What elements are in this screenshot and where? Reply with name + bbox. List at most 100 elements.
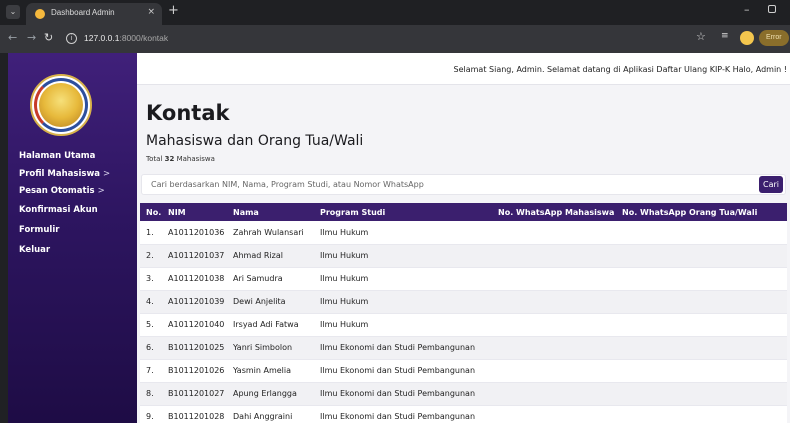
forward-arrow-icon[interactable]: → xyxy=(27,31,36,44)
table-row[interactable]: 3. A1011201038 Ari Samudra Ilmu Hukum xyxy=(140,267,787,291)
sidebar: Halaman Utama Profil Mahasiswa > Pesan Ot… xyxy=(8,53,137,423)
chevron-right-icon: > xyxy=(97,186,105,196)
table-row[interactable]: 9. B1011201028 Dahi Anggraini Ilmu Ekonomi … xyxy=(140,405,787,423)
window-minimize-icon[interactable]: – xyxy=(744,3,750,16)
cell-wa-mahasiswa xyxy=(492,221,616,245)
address-bar[interactable]: i 127.0.0.1:8000/kontak xyxy=(62,29,684,49)
cell-wa-mahasiswa xyxy=(492,382,616,406)
total-count-text: Total 32 Mahasiswa xyxy=(146,155,215,163)
sidebar-item-halaman-utama[interactable]: Halaman Utama xyxy=(19,151,98,161)
column-header-wa-mahasiswa: No. WhatsApp Mahasiswa xyxy=(498,207,615,217)
sidebar-item-label: Keluar xyxy=(19,245,51,255)
cell-no: 7. xyxy=(140,359,162,383)
table-row[interactable]: 8. B1011201027 Apung Erlangga Ilmu Ekonomi … xyxy=(140,382,787,406)
search-input[interactable] xyxy=(142,175,752,194)
cell-program-studi: Ilmu Hukum xyxy=(314,267,492,291)
url-path: :8000/kontak xyxy=(119,33,169,43)
table-row[interactable]: 4. A1011201039 Dewi Anjelita Ilmu Hukum xyxy=(140,290,787,314)
column-header-wa-orang-tua: No. WhatsApp Orang Tua/Wali xyxy=(622,207,758,217)
sidebar-item-profil-mahasiswa[interactable]: Profil Mahasiswa > xyxy=(19,169,110,179)
cell-wa-mahasiswa xyxy=(492,267,616,291)
sidebar-item-label: Pesan Otomatis xyxy=(19,186,95,196)
cell-nim: B1011201025 xyxy=(162,336,227,360)
bookmark-star-icon[interactable]: ☆ xyxy=(696,30,706,43)
extensions-icon[interactable]: ≡ xyxy=(721,31,729,41)
cell-nim: A1011201037 xyxy=(162,244,227,268)
sidebar-item-konfirmasi-akun[interactable]: Konfirmasi Akun xyxy=(19,205,101,215)
cell-no: 9. xyxy=(140,405,162,423)
search-button[interactable]: Cari xyxy=(759,176,783,193)
cell-nama: Dahi Anggraini xyxy=(227,405,314,423)
profile-avatar-icon[interactable] xyxy=(740,31,754,45)
cell-wa-orang-tua xyxy=(616,290,787,314)
cell-wa-orang-tua xyxy=(616,267,787,291)
cell-wa-mahasiswa xyxy=(492,313,616,337)
chevron-right-icon: > xyxy=(103,169,111,179)
cell-program-studi: Ilmu Hukum xyxy=(314,221,492,245)
error-badge[interactable]: Error xyxy=(759,30,789,46)
favicon-icon xyxy=(35,9,45,19)
cell-program-studi: Ilmu Hukum xyxy=(314,290,492,314)
cell-program-studi: Ilmu Hukum xyxy=(314,244,492,268)
cell-program-studi: Ilmu Ekonomi dan Studi Pembangunan xyxy=(314,405,492,423)
university-logo xyxy=(30,74,92,136)
table-row[interactable]: 6. B1011201025 Yanri Simbolon Ilmu Ekonomi … xyxy=(140,336,787,360)
cell-wa-mahasiswa xyxy=(492,405,616,423)
cell-nama: Ahmad Rizal xyxy=(227,244,314,268)
top-header: Selamat Siang, Admin. Selamat datang di … xyxy=(137,53,790,85)
cell-wa-mahasiswa xyxy=(492,359,616,383)
cell-nim: B1011201026 xyxy=(162,359,227,383)
browser-toolbar: ← → ↻ i 127.0.0.1:8000/kontak ☆ ≡ Error xyxy=(0,25,790,53)
sidebar-item-label: Halaman Utama xyxy=(19,151,96,161)
cell-nama: Ari Samudra xyxy=(227,267,314,291)
contacts-table: No. NIM Nama Program Studi No. WhatsApp … xyxy=(140,203,787,423)
column-header-no: No. xyxy=(146,207,162,217)
cell-no: 6. xyxy=(140,336,162,360)
sidebar-item-pesan-otomatis[interactable]: Pesan Otomatis > xyxy=(19,186,105,196)
browser-tab-strip: ⌄ Dashboard Admin × + – xyxy=(0,0,790,25)
total-prefix: Total xyxy=(146,155,163,163)
cell-wa-orang-tua xyxy=(616,244,787,268)
sidebar-item-label: Formulir xyxy=(19,225,60,235)
cell-wa-orang-tua xyxy=(616,405,787,423)
tab-search-icon[interactable]: ⌄ xyxy=(6,5,20,19)
logo-emblem xyxy=(39,83,83,127)
new-tab-icon[interactable]: + xyxy=(168,4,179,18)
cell-nama: Dewi Anjelita xyxy=(227,290,314,314)
cell-program-studi: Ilmu Hukum xyxy=(314,313,492,337)
cell-wa-orang-tua xyxy=(616,359,787,383)
column-header-nim: NIM xyxy=(168,207,186,217)
greeting-text: Selamat Siang, Admin. Selamat datang di … xyxy=(453,65,787,74)
browser-tab[interactable]: Dashboard Admin × xyxy=(26,3,162,25)
table-body: 1. A1011201036 Zahrah Wulansari Ilmu Hukum 2… xyxy=(140,221,787,423)
cell-nim: A1011201039 xyxy=(162,290,227,314)
cell-nim: A1011201038 xyxy=(162,267,227,291)
back-arrow-icon[interactable]: ← xyxy=(8,31,17,44)
cell-nama: Irsyad Adi Fatwa xyxy=(227,313,314,337)
table-row[interactable]: 2. A1011201037 Ahmad Rizal Ilmu Hukum xyxy=(140,244,787,268)
cell-nama: Yasmin Amelia xyxy=(227,359,314,383)
column-header-program-studi: Program Studi xyxy=(320,207,386,217)
sidebar-item-formulir[interactable]: Formulir xyxy=(19,225,62,235)
cell-wa-orang-tua xyxy=(616,313,787,337)
cell-nim: A1011201040 xyxy=(162,313,227,337)
table-row[interactable]: 5. A1011201040 Irsyad Adi Fatwa Ilmu Hukum xyxy=(140,313,787,337)
url-text[interactable]: 127.0.0.1:8000/kontak xyxy=(84,33,168,43)
site-info-icon[interactable]: i xyxy=(66,33,77,44)
cell-no: 3. xyxy=(140,267,162,291)
window-maximize-icon[interactable] xyxy=(768,5,776,13)
cell-nim: B1011201028 xyxy=(162,405,227,423)
tab-close-icon[interactable]: × xyxy=(147,7,155,17)
search-bar: Cari xyxy=(141,174,786,195)
tab-title: Dashboard Admin xyxy=(51,8,115,17)
reload-icon[interactable]: ↻ xyxy=(44,31,53,44)
total-suffix: Mahasiswa xyxy=(176,155,215,163)
cell-program-studi: Ilmu Ekonomi dan Studi Pembangunan xyxy=(314,336,492,360)
sidebar-item-keluar[interactable]: Keluar xyxy=(19,245,53,255)
table-row[interactable]: 7. B1011201026 Yasmin Amelia Ilmu Ekonomi d… xyxy=(140,359,787,383)
table-row[interactable]: 1. A1011201036 Zahrah Wulansari Ilmu Hukum xyxy=(140,221,787,245)
page-title: Kontak xyxy=(146,101,230,125)
cell-program-studi: Ilmu Ekonomi dan Studi Pembangunan xyxy=(314,382,492,406)
cell-wa-mahasiswa xyxy=(492,290,616,314)
cell-nama: Yanri Simbolon xyxy=(227,336,314,360)
